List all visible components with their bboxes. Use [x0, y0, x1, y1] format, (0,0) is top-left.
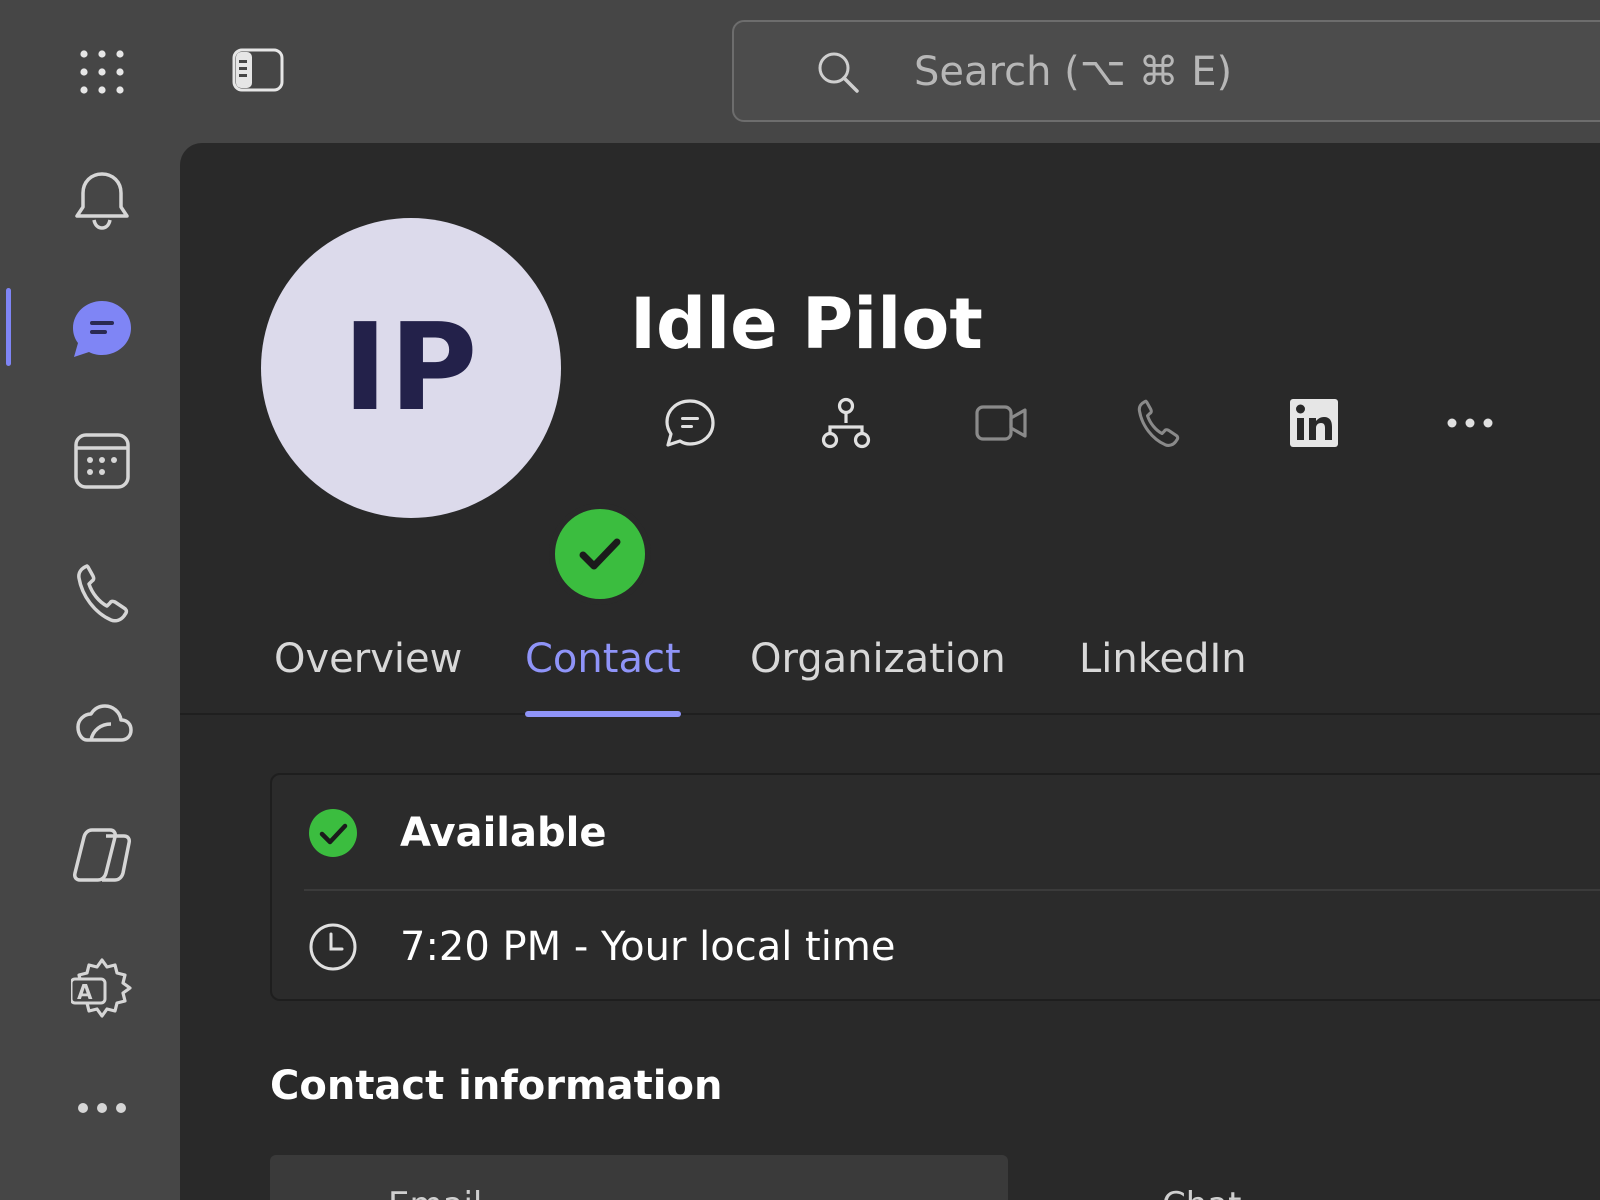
- app-rail: A: [0, 143, 180, 1200]
- cloud-icon: [76, 704, 133, 742]
- linkedin-action-button[interactable]: [1274, 383, 1354, 463]
- rail-activity-button[interactable]: [52, 151, 152, 251]
- rail-more-button[interactable]: [52, 1058, 152, 1158]
- chat-action-button[interactable]: [650, 383, 730, 463]
- audio-call-button[interactable]: [1118, 383, 1198, 463]
- clock-icon: [308, 922, 358, 972]
- email-label: Email: [388, 1185, 482, 1200]
- bell-icon: [75, 172, 129, 230]
- teams-app: A IP Idle Pilot: [0, 0, 1600, 1200]
- rail-copilot-button[interactable]: [52, 805, 152, 905]
- availability-text: Available: [400, 809, 607, 856]
- local-time-text: 7:20 PM - Your local time: [400, 923, 896, 970]
- org-chart-action-button[interactable]: [806, 383, 886, 463]
- more-icon: [78, 1103, 126, 1113]
- profile-panel: IP Idle Pilot Overview Contact Organizat…: [180, 143, 1600, 1200]
- copilot-icon: [73, 828, 131, 882]
- chat-label: Chat: [1162, 1185, 1241, 1200]
- calendar-icon: [74, 433, 130, 489]
- profile-tabs: Overview Contact Organization LinkedIn: [180, 603, 1600, 717]
- tab-contact[interactable]: Contact: [525, 603, 681, 717]
- rail-chat-button[interactable]: [52, 280, 152, 380]
- apps-settings-icon: A: [71, 958, 132, 1018]
- presence-available-icon: [308, 808, 358, 858]
- search-icon: [816, 50, 860, 98]
- local-time-row: 7:20 PM - Your local time: [272, 890, 1600, 1003]
- rail-calendar-button[interactable]: [52, 411, 152, 511]
- video-call-button[interactable]: [962, 383, 1042, 463]
- status-card: Available 7:20 PM - Your local time: [270, 773, 1600, 1001]
- availability-row: Available: [272, 775, 1600, 890]
- chat-icon: [73, 301, 131, 357]
- email-card[interactable]: Email: [270, 1155, 1008, 1200]
- avatar-initials: IP: [342, 298, 480, 438]
- tab-linkedin[interactable]: LinkedIn: [1079, 603, 1247, 715]
- chat-icon: [665, 399, 715, 447]
- search-box[interactable]: [732, 20, 1600, 122]
- avatar: IP: [261, 218, 561, 518]
- profile-avatar: IP: [261, 218, 651, 605]
- sidebar-toggle-icon: [232, 48, 284, 92]
- active-indicator: [6, 288, 11, 366]
- svg-text:A: A: [77, 980, 93, 1004]
- linkedin-icon: [1290, 399, 1338, 447]
- more-icon: [1447, 418, 1493, 428]
- rail-calls-button[interactable]: [52, 543, 152, 643]
- top-bar: [0, 0, 1600, 143]
- video-icon: [975, 405, 1027, 441]
- phone-icon: [77, 564, 129, 623]
- toggle-sidebar-button[interactable]: [218, 30, 298, 110]
- presence-badge: [549, 503, 651, 605]
- org-chart-icon: [821, 397, 871, 449]
- rail-apps-button[interactable]: A: [52, 938, 152, 1038]
- checkmark-icon: [579, 538, 621, 570]
- contact-info-title: Contact information: [270, 1063, 723, 1109]
- profile-name: Idle Pilot: [630, 283, 983, 365]
- rail-onedrive-button[interactable]: [52, 673, 152, 773]
- tab-overview[interactable]: Overview: [274, 603, 462, 715]
- more-actions-button[interactable]: [1430, 383, 1510, 463]
- waffle-icon: [80, 50, 124, 94]
- tab-organization[interactable]: Organization: [750, 603, 1006, 715]
- app-launcher-button[interactable]: [62, 32, 142, 112]
- phone-icon: [1137, 399, 1180, 447]
- search-input[interactable]: [914, 42, 1600, 102]
